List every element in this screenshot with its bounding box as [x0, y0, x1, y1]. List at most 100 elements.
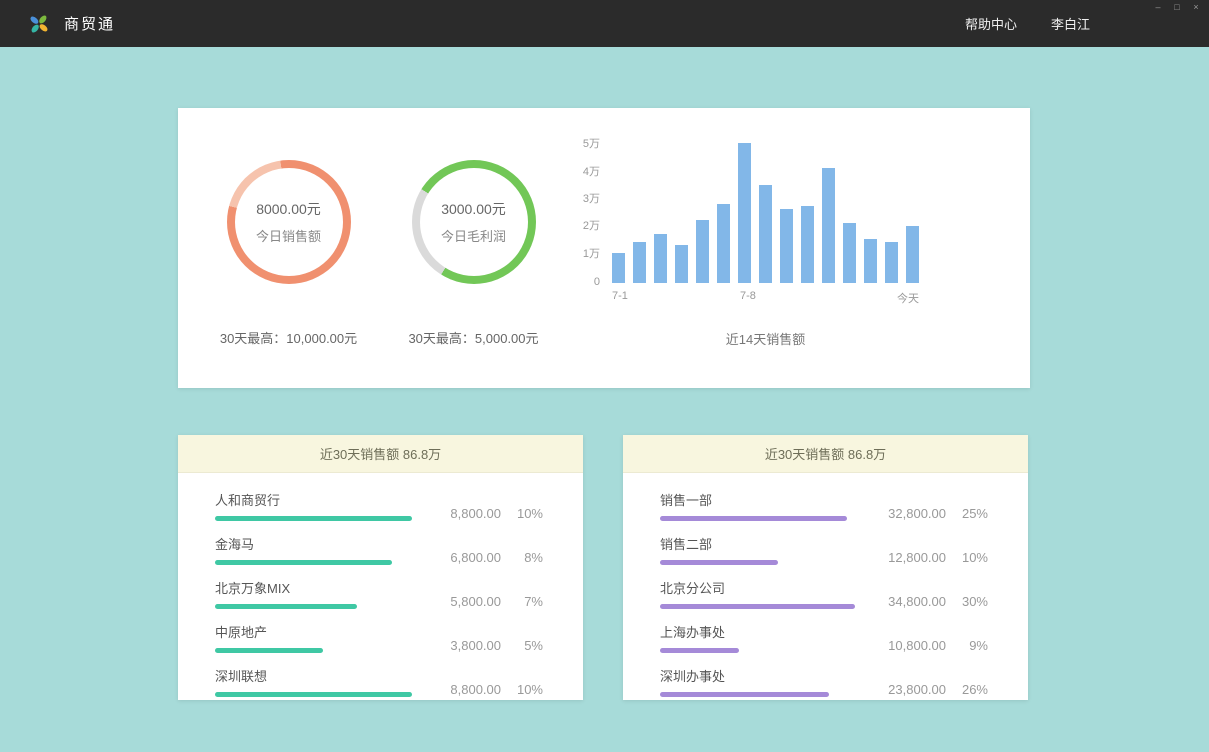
list-item-bar-track	[660, 604, 857, 609]
minimize-button[interactable]: –	[1153, 2, 1163, 13]
y-tick: 5万	[583, 135, 600, 151]
list-item: 金海马 6,800.00 8%	[215, 534, 543, 565]
list-item-bar-track	[660, 560, 857, 565]
list-item-left: 销售二部	[660, 534, 860, 565]
titlebar: – □ × 商贸通 帮助中心 李白江	[0, 0, 1209, 47]
list-item: 销售二部 12,800.00 10%	[660, 534, 988, 565]
list-item-bar-fill	[660, 516, 847, 521]
list-item-bar-fill	[660, 648, 739, 653]
list-item-bar-fill	[215, 516, 412, 521]
list-item-amount: 34,800.00	[888, 594, 946, 609]
list-item-bar-track	[215, 604, 412, 609]
department-sales-card: 近30天销售额 86.8万 销售一部 32,800.00 25% 销售二部 12…	[623, 435, 1028, 700]
today-sales-donut-center: 8000.00元 今日销售额	[235, 168, 343, 276]
list-item-amount: 5,800.00	[450, 594, 501, 609]
list-item-left: 销售一部	[660, 490, 860, 521]
list-item-label: 中原地产	[215, 622, 415, 641]
list-item-percent: 26%	[958, 682, 988, 697]
list-item: 深圳联想 8,800.00 10%	[215, 666, 543, 697]
list-item-values: 34,800.00 30%	[860, 594, 988, 609]
list-item-values: 10,800.00 9%	[860, 638, 988, 653]
list-item-label: 销售二部	[660, 534, 860, 553]
list-item-bar-track	[215, 560, 412, 565]
customer-sales-card-header: 近30天销售额 86.8万	[178, 435, 583, 473]
today-profit-label: 今日毛利润	[441, 226, 506, 245]
bar-chart-plot-area: 5万4万3万2万1万0 7-1 7-8 今天 近14天销售额	[576, 138, 1030, 348]
y-tick: 4万	[583, 163, 600, 179]
list-item-amount: 8,800.00	[450, 506, 501, 521]
today-sales-donut-chart: 8000.00元 今日销售额	[227, 160, 351, 284]
bar	[759, 185, 772, 283]
close-button[interactable]: ×	[1191, 2, 1201, 13]
list-item: 北京分公司 34,800.00 30%	[660, 578, 988, 609]
customer-sales-list: 人和商贸行 8,800.00 10% 金海马 6,800.00 8% 北京万象M…	[178, 473, 583, 697]
bar	[738, 143, 751, 283]
list-item-left: 金海马	[215, 534, 415, 565]
y-tick: 0	[594, 276, 600, 288]
bar	[864, 239, 877, 283]
today-profit-value: 3000.00元	[441, 199, 506, 219]
maximize-button[interactable]: □	[1172, 2, 1182, 13]
list-item-amount: 8,800.00	[450, 682, 501, 697]
list-item-amount: 12,800.00	[888, 550, 946, 565]
bar	[885, 242, 898, 283]
list-item-label: 深圳办事处	[660, 666, 860, 685]
bar-chart-caption: 近14天销售额	[612, 329, 919, 348]
help-center-link[interactable]: 帮助中心	[965, 14, 1017, 33]
list-item: 人和商贸行 8,800.00 10%	[215, 490, 543, 521]
bar	[780, 209, 793, 283]
list-item-label: 上海办事处	[660, 622, 860, 641]
list-item-percent: 8%	[513, 550, 543, 565]
list-item-bar-track	[660, 692, 857, 697]
list-item-values: 23,800.00 26%	[860, 682, 988, 697]
brand: 商贸通	[28, 0, 115, 47]
summary-card: 8000.00元 今日销售额 30天最高：10,000.00元 3000.00元…	[178, 108, 1030, 388]
bar	[612, 253, 625, 283]
list-item-percent: 5%	[513, 638, 543, 653]
x-tick-last: 今天	[897, 290, 919, 306]
bar	[675, 245, 688, 283]
topbar-menu: 帮助中心 李白江	[965, 0, 1090, 47]
list-item-values: 8,800.00 10%	[415, 682, 543, 697]
today-profit-donut-block: 3000.00元 今日毛利润 30天最高：5,000.00元	[381, 108, 566, 388]
today-sales-value: 8000.00元	[256, 199, 321, 219]
list-item-bar-fill	[215, 604, 357, 609]
list-item-bar-fill	[660, 560, 778, 565]
today-profit-donut-center: 3000.00元 今日毛利润	[420, 168, 528, 276]
bar	[801, 206, 814, 283]
bar	[822, 168, 835, 283]
list-item-percent: 10%	[513, 682, 543, 697]
list-item-label: 金海马	[215, 534, 415, 553]
list-item-bar-fill	[215, 692, 412, 697]
list-item-values: 32,800.00 25%	[860, 506, 988, 521]
list-item-percent: 25%	[958, 506, 988, 521]
bar-chart-bars	[612, 138, 919, 283]
sales-bar-chart: 5万4万3万2万1万0 7-1 7-8 今天 近14天销售额	[566, 108, 1030, 388]
list-item-amount: 32,800.00	[888, 506, 946, 521]
list-item-bar-track	[215, 692, 412, 697]
list-item-bar-fill	[660, 604, 855, 609]
bar	[633, 242, 646, 283]
list-item: 深圳办事处 23,800.00 26%	[660, 666, 988, 697]
user-menu[interactable]: 李白江	[1051, 14, 1090, 33]
list-item-percent: 30%	[958, 594, 988, 609]
bar	[843, 223, 856, 283]
list-item-label: 人和商贸行	[215, 490, 415, 509]
list-item-left: 深圳办事处	[660, 666, 860, 697]
list-item-values: 12,800.00 10%	[860, 550, 988, 565]
list-item-bar-track	[215, 516, 412, 521]
bar	[654, 234, 667, 283]
list-item-left: 北京万象MIX	[215, 578, 415, 609]
list-item-bar-track	[660, 516, 857, 521]
customer-sales-card: 近30天销售额 86.8万 人和商贸行 8,800.00 10% 金海马 6,8…	[178, 435, 583, 700]
today-sales-donut-block: 8000.00元 今日销售额 30天最高：10,000.00元	[196, 108, 381, 388]
list-item: 北京万象MIX 5,800.00 7%	[215, 578, 543, 609]
today-profit-30day-max: 30天最高：5,000.00元	[381, 328, 566, 347]
list-item-values: 3,800.00 5%	[415, 638, 543, 653]
list-item-bar-fill	[660, 692, 829, 697]
list-item-left: 人和商贸行	[215, 490, 415, 521]
list-item-amount: 23,800.00	[888, 682, 946, 697]
today-sales-30day-max: 30天最高：10,000.00元	[196, 328, 381, 347]
y-tick: 1万	[583, 245, 600, 261]
window-controls: – □ ×	[1153, 2, 1201, 13]
